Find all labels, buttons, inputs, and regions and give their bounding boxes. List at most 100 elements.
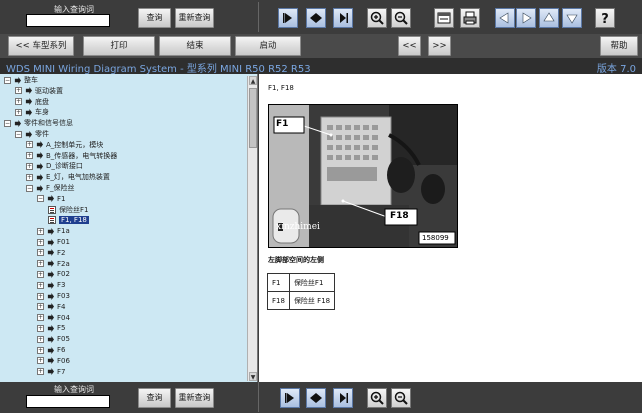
expand-icon[interactable]: + [37, 303, 44, 311]
start-button[interactable]: 启动 [235, 36, 301, 56]
arrow-right-icon [14, 76, 21, 84]
next-page-icon[interactable] [333, 8, 353, 28]
expand-icon[interactable]: + [37, 227, 44, 235]
tree-item[interactable]: + 驱动装置 [15, 86, 63, 97]
arrow-down-icon[interactable] [562, 8, 582, 28]
tree-item[interactable]: + F4 [37, 302, 65, 313]
help-icon[interactable]: ? [595, 8, 615, 28]
expand-icon[interactable]: + [37, 324, 44, 332]
expand-icon[interactable]: + [15, 87, 22, 95]
search-input[interactable] [26, 14, 110, 27]
collapse-icon[interactable]: − [4, 76, 11, 84]
tree-item[interactable]: + F05 [37, 334, 70, 345]
tree-item[interactable]: F1, F18 [48, 215, 89, 226]
tree-item[interactable]: + F02 [37, 269, 70, 280]
back-to-series-button[interactable]: << 车型系列 [8, 36, 74, 56]
tree-item[interactable]: + E_灯，电气加热装置 [26, 172, 110, 183]
end-button[interactable]: 结束 [159, 36, 231, 56]
tree-item[interactable]: + D_诊断接口 [26, 161, 83, 172]
tree-item[interactable]: + F03 [37, 291, 70, 302]
zoom-out-icon[interactable] [391, 388, 411, 408]
expand-icon[interactable]: + [37, 249, 44, 257]
collapse-icon[interactable]: − [15, 130, 22, 138]
arrow-right-icon[interactable] [516, 8, 536, 28]
tree-item[interactable]: 保险丝F1 [48, 205, 88, 216]
bottom-reset-search-button[interactable]: 重新查询 [175, 388, 214, 408]
expand-icon[interactable]: + [37, 357, 44, 365]
expand-icon[interactable]: + [15, 108, 22, 116]
collapse-icon[interactable]: − [37, 195, 44, 203]
zoom-in-icon[interactable] [367, 8, 387, 28]
collapse-icon[interactable]: − [4, 119, 11, 127]
expand-icon[interactable]: + [37, 292, 44, 300]
arrow-right-icon [47, 335, 54, 343]
expand-icon[interactable]: + [37, 270, 44, 278]
next-page-icon[interactable] [333, 388, 353, 408]
tree-item[interactable]: + F2a [37, 259, 70, 270]
first-page-icon[interactable] [278, 8, 298, 28]
arrow-right-icon [47, 292, 54, 300]
expand-icon[interactable]: + [26, 141, 33, 149]
zoom-in-icon[interactable] [367, 388, 387, 408]
tree-item[interactable]: − F1 [37, 194, 65, 205]
tree-item[interactable]: + F2 [37, 248, 65, 259]
tree-item[interactable]: + 底盘 [15, 97, 49, 108]
tree-item-label: 底盘 [35, 97, 49, 106]
expand-icon[interactable]: + [37, 346, 44, 354]
expand-icon[interactable]: + [37, 260, 44, 268]
expand-icon[interactable]: + [37, 368, 44, 376]
scroll-up-icon[interactable]: ▲ [249, 76, 257, 85]
arrow-right-icon [25, 130, 32, 138]
arrow-left-icon[interactable] [495, 8, 515, 28]
help-button[interactable]: 帮助 [600, 36, 638, 56]
tree-item-label: D_诊断接口 [46, 162, 83, 171]
title-bar: WDS MINI Wiring Diagram System - 型系列 MIN… [0, 58, 642, 75]
expand-icon[interactable]: + [26, 173, 33, 181]
tree-item[interactable]: + 车身 [15, 107, 49, 118]
expand-icon[interactable]: + [37, 238, 44, 246]
zoom-out-icon[interactable] [391, 8, 411, 28]
tree-item[interactable]: + F7 [37, 367, 65, 378]
tree-item[interactable]: − 零件和信号信息 [4, 118, 73, 129]
tree-item[interactable]: + F06 [37, 356, 70, 367]
tree-scrollbar[interactable]: ▲ ▼ [247, 76, 257, 381]
tree-item[interactable]: + F3 [37, 280, 65, 291]
search-button[interactable]: 查询 [138, 8, 171, 28]
tree-item[interactable]: + A_控制单元，模块 [26, 140, 103, 151]
previous-page-icon[interactable] [306, 388, 326, 408]
arrow-up-icon[interactable] [539, 8, 559, 28]
expand-icon[interactable]: + [37, 314, 44, 322]
expand-icon[interactable]: + [37, 335, 44, 343]
bottom-toolbar-divider [258, 382, 259, 412]
next-button[interactable]: >> [428, 36, 451, 56]
tree-item[interactable]: + F1a [37, 226, 70, 237]
collapse-icon[interactable]: − [26, 184, 33, 192]
tree-item[interactable]: + F01 [37, 237, 70, 248]
tree-item[interactable]: + F04 [37, 313, 70, 324]
tree-item[interactable]: − F_保险丝 [26, 183, 75, 194]
expand-icon[interactable]: + [37, 281, 44, 289]
expand-icon[interactable]: + [26, 152, 33, 160]
tree-item[interactable]: − 零件 [15, 129, 49, 140]
arrow-right-icon [47, 227, 54, 235]
tree-item[interactable]: + B_传感器，电气转换器 [26, 151, 117, 162]
expand-icon[interactable]: + [15, 98, 22, 106]
bottom-search-button[interactable]: 查询 [138, 388, 171, 408]
scroll-down-icon[interactable]: ▼ [249, 372, 257, 381]
arrow-right-icon [36, 184, 43, 192]
tree-item[interactable]: − 整车 [4, 75, 38, 86]
bottom-search-input[interactable] [26, 395, 110, 408]
tree-item[interactable]: + F5 [37, 323, 65, 334]
print-button[interactable]: 打印 [83, 36, 155, 56]
tree-item[interactable]: + F6 [37, 345, 65, 356]
photo-label-f1: F1 [276, 119, 289, 129]
print-icon[interactable] [460, 8, 480, 28]
expand-icon[interactable]: + [26, 162, 33, 170]
first-page-icon[interactable] [280, 388, 300, 408]
fuse-description: 保险丝F1 [288, 273, 336, 292]
prev-button[interactable]: << [398, 36, 421, 56]
previous-page-icon[interactable] [306, 8, 326, 28]
scroll-thumb[interactable] [249, 88, 257, 148]
window-icon[interactable] [434, 8, 454, 28]
reset-search-button[interactable]: 重新查询 [175, 8, 214, 28]
